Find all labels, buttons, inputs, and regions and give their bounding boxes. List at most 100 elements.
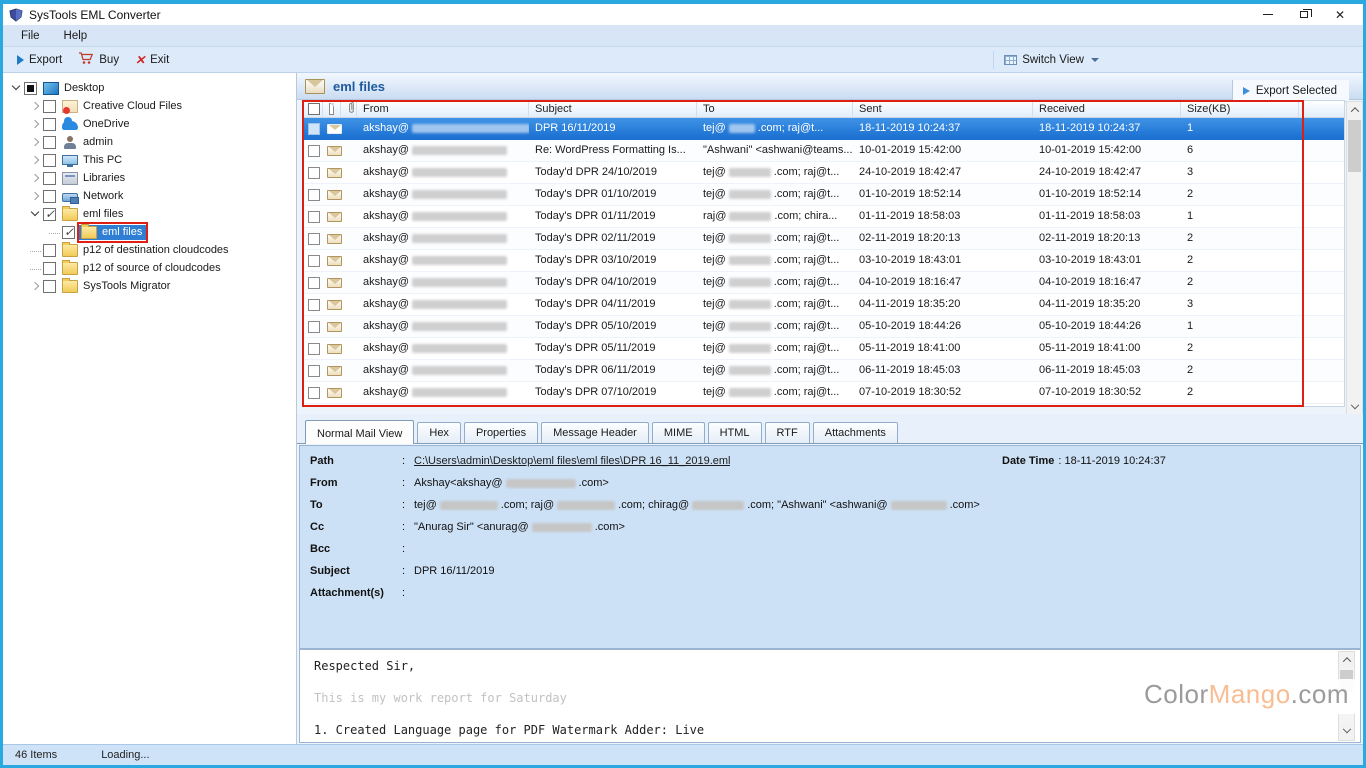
path-link[interactable]: C:\Users\admin\Desktop\eml files\eml fil… [414,455,730,467]
row-checkbox[interactable] [308,189,320,201]
select-all-checkbox[interactable] [308,103,320,115]
row-select-cell[interactable] [303,206,323,227]
row-select-cell[interactable] [303,118,323,139]
row-select-cell[interactable] [303,162,323,183]
column-header-sent[interactable]: Sent [853,101,1033,117]
tree-checkbox[interactable] [43,100,56,113]
row-checkbox[interactable] [308,255,320,267]
tree-item-body[interactable]: Creative Cloud Files [60,99,186,114]
tree-item[interactable]: OneDrive [3,115,296,133]
tree-item[interactable]: p12 of destination cloudcodes [3,241,296,259]
close-button[interactable] [1331,7,1349,23]
expand-arrow-right-icon[interactable] [28,99,43,113]
table-row[interactable]: akshay@Today'd DPR 24/10/2019tej@.com; r… [303,162,1344,184]
tree-item-body[interactable]: This PC [60,153,126,167]
tree-item[interactable]: Libraries [3,169,296,187]
export-selected-button[interactable]: Export Selected [1232,80,1349,102]
attachment-column-header[interactable] [341,101,357,117]
menu-file[interactable]: File [11,28,50,44]
tab-normal-mail-view[interactable]: Normal Mail View [305,420,414,444]
row-select-cell[interactable] [303,184,323,205]
expand-arrow-right-icon[interactable] [28,189,43,203]
tab-properties[interactable]: Properties [464,422,538,443]
menu-help[interactable]: Help [54,28,98,44]
row-select-cell[interactable] [303,250,323,271]
row-checkbox[interactable] [308,321,320,333]
tree-checkbox[interactable] [43,136,56,149]
table-row[interactable]: akshay@Today's DPR 04/11/2019tej@.com; r… [303,294,1344,316]
column-header-to[interactable]: To [697,101,853,117]
tree-item-body[interactable]: Libraries [60,171,129,186]
column-header-received[interactable]: Received [1033,101,1181,117]
switch-view-button[interactable]: Switch View [993,51,1107,69]
document-column-header[interactable] [323,101,341,117]
table-row[interactable]: akshay@Re: WordPress Formatting Is..."As… [303,140,1344,162]
tree-item-body[interactable]: admin [60,135,117,150]
row-select-cell[interactable] [303,360,323,381]
tree-item[interactable]: admin [3,133,296,151]
table-row[interactable]: akshay@Today's DPR 02/11/2019tej@.com; r… [303,228,1344,250]
tree-checkbox[interactable] [43,262,56,275]
tab-rtf[interactable]: RTF [765,422,810,443]
tree-item-body[interactable]: Network [60,189,127,203]
tree-checkbox[interactable] [43,154,56,167]
buy-button[interactable]: Buy [70,48,127,71]
table-row[interactable]: akshay@Today's DPR 05/10/2019tej@.com; r… [303,316,1344,338]
row-select-cell[interactable] [303,272,323,293]
tree-item-body[interactable]: Desktop [41,81,108,96]
row-checkbox[interactable] [308,167,320,179]
restore-button[interactable] [1295,7,1313,23]
expand-arrow-right-icon[interactable] [28,279,43,293]
tree-item-body[interactable]: SysTools Migrator [60,279,174,294]
tree-item-body[interactable]: p12 of source of cloudcodes [60,261,225,276]
expand-arrow-down-icon[interactable] [9,81,24,95]
table-row[interactable]: akshay@Today's DPR 06/11/2019tej@.com; r… [303,360,1344,382]
tree-checkbox[interactable] [62,226,75,239]
column-header-from[interactable]: From [357,101,529,117]
scrollbar-thumb[interactable] [1348,120,1361,172]
scroll-up-button[interactable] [1347,102,1362,118]
row-checkbox[interactable] [308,365,320,377]
tab-mime[interactable]: MIME [652,422,705,443]
tree-item[interactable]: p12 of source of cloudcodes [3,259,296,277]
row-select-cell[interactable] [303,382,323,403]
tree-checkbox[interactable] [43,118,56,131]
row-checkbox[interactable] [308,145,320,157]
tree-checkbox[interactable] [43,172,56,185]
table-row[interactable]: akshay@Today's DPR 01/11/2019raj@.com; c… [303,206,1344,228]
row-checkbox[interactable] [308,123,320,135]
tab-attachments[interactable]: Attachments [813,422,898,443]
minimize-button[interactable] [1259,7,1277,23]
scroll-down-button[interactable] [1339,724,1354,740]
tree-item-body[interactable]: eml files [79,225,146,240]
tree-item[interactable]: Desktop [3,79,296,97]
tree-item[interactable]: This PC [3,151,296,169]
tab-message-header[interactable]: Message Header [541,422,649,443]
row-select-cell[interactable] [303,140,323,161]
expand-arrow-right-icon[interactable] [28,135,43,149]
tree-item[interactable]: eml files [3,205,296,223]
row-checkbox[interactable] [308,299,320,311]
row-checkbox[interactable] [308,343,320,355]
table-row[interactable]: akshay@Today's DPR 01/10/2019tej@.com; r… [303,184,1344,206]
tree-item[interactable]: eml files [3,223,296,241]
tree-item-body[interactable]: OneDrive [60,117,133,131]
tree-item[interactable]: SysTools Migrator [3,277,296,295]
tree-item[interactable]: Network [3,187,296,205]
select-all-cell[interactable] [303,101,323,117]
expand-arrow-down-icon[interactable] [28,207,43,221]
tree-checkbox[interactable] [43,244,56,257]
table-row[interactable]: akshay@Today's DPR 05/11/2019tej@.com; r… [303,338,1344,360]
expand-arrow-right-icon[interactable] [28,117,43,131]
tree-checkbox[interactable] [43,280,56,293]
column-header-subject[interactable]: Subject [529,101,697,117]
tree-item-body[interactable]: eml files [60,207,127,222]
expand-arrow-right-icon[interactable] [28,153,43,167]
column-header-size[interactable]: Size(KB) [1181,101,1299,117]
tab-hex[interactable]: Hex [417,422,461,443]
export-button[interactable]: Export [9,51,70,69]
row-select-cell[interactable] [303,228,323,249]
row-checkbox[interactable] [308,233,320,245]
tree-item[interactable]: Creative Cloud Files [3,97,296,115]
tree-checkbox[interactable] [43,208,56,221]
